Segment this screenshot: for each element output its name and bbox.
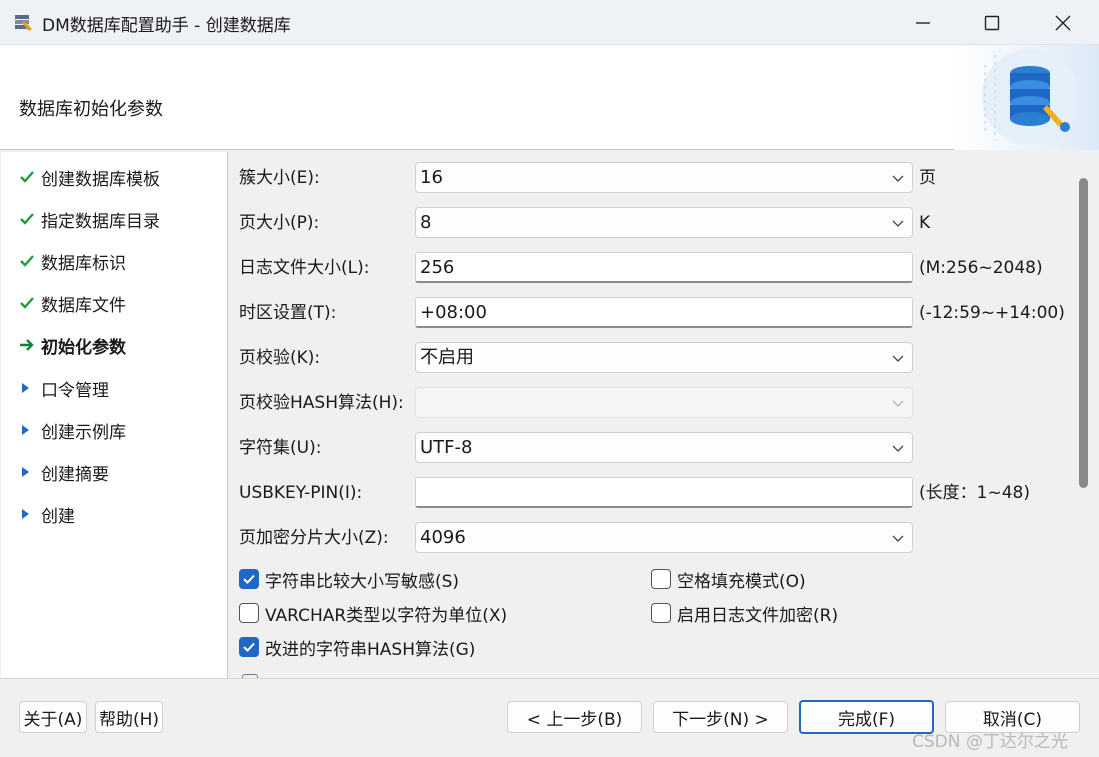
page-check-hash-label: 页校验HASH算法(H): (239, 393, 404, 413)
window-title: DM数据库配置助手 - 创建数据库 (42, 16, 291, 36)
nav-item-files[interactable]: 数据库文件 (19, 290, 126, 316)
maximize-button[interactable] (957, 0, 1027, 45)
prev-button[interactable]: < 上一步(B) (507, 701, 642, 733)
triangle-right-icon (19, 507, 41, 521)
nav-item-label: 创建数据库模板 (41, 169, 160, 190)
extent-size-value: 16 (420, 167, 443, 188)
usbkey-pin-length: (长度：1~48) (919, 483, 1030, 503)
extent-size-unit: 页 (919, 168, 936, 188)
encrypt-slice-select[interactable]: 4096 (415, 522, 913, 553)
timezone-input[interactable]: +08:00 (415, 297, 913, 328)
triangle-right-icon (19, 381, 41, 395)
log-size-value: 256 (420, 257, 455, 278)
scrollbar-thumb[interactable] (1079, 178, 1088, 488)
charset-value: UTF-8 (420, 437, 473, 458)
chevron-down-icon (892, 400, 904, 407)
log-encrypt-label: 启用日志文件加密(R) (677, 605, 839, 626)
case-sensitive-checkbox[interactable]: 字符串比较大小写敏感(S) (239, 567, 460, 592)
log-encrypt-checkbox[interactable]: 启用日志文件加密(R) (651, 601, 839, 626)
extent-size-select[interactable]: 16 (415, 162, 913, 193)
nav-item-label: 创建 (41, 506, 75, 527)
charset-label: 字符集(U): (239, 438, 322, 458)
page-size-select[interactable]: 8 (415, 207, 913, 238)
page-size-label: 页大小(P): (239, 213, 320, 233)
nav-item-label: 创建摘要 (41, 464, 109, 485)
minimize-button[interactable] (888, 0, 958, 45)
step-navigation: 创建数据库模板 指定数据库目录 数据库标识 数据库文件 初始化参数 口令管理 创… (1, 152, 228, 678)
log-size-label: 日志文件大小(L): (239, 258, 370, 278)
log-size-input[interactable]: 256 (415, 252, 913, 283)
checkbox-checked-icon (239, 637, 259, 657)
arrow-right-icon (19, 337, 41, 353)
extent-size-label: 簇大小(E): (239, 168, 320, 188)
timezone-label: 时区设置(T): (239, 303, 337, 323)
log-size-range: (M:256~2048) (919, 258, 1043, 278)
nav-item-label: 口令管理 (41, 380, 109, 401)
title-bar: DM数据库配置助手 - 创建数据库 (0, 0, 1099, 45)
page-check-select[interactable]: 不启用 (415, 342, 913, 373)
chevron-down-icon (892, 445, 904, 452)
nav-item-label: 指定数据库目录 (41, 211, 160, 232)
maximize-icon (984, 15, 1000, 30)
step-header: 数据库初始化参数 (0, 45, 1099, 150)
nav-item-label: 初始化参数 (41, 337, 126, 358)
varchar-char-label: VARCHAR类型以字符为单位(X) (265, 605, 508, 626)
nav-item-label: 创建示例库 (41, 422, 126, 443)
charset-select[interactable]: UTF-8 (415, 432, 913, 463)
nav-item-label: 数据库文件 (41, 295, 126, 316)
chevron-down-icon (892, 175, 904, 182)
check-icon (19, 253, 41, 269)
nav-item-passwords[interactable]: 口令管理 (19, 375, 109, 401)
close-button[interactable] (1028, 0, 1098, 45)
help-button[interactable]: 帮助(H) (95, 701, 163, 733)
improved-hash-label: 改进的字符串HASH算法(G) (265, 639, 476, 660)
page-check-value: 不启用 (420, 347, 474, 368)
vertical-scrollbar[interactable] (1071, 152, 1093, 678)
checkbox-unchecked-icon (239, 603, 259, 623)
chevron-down-icon (892, 220, 904, 227)
page-check-hash-select[interactable] (415, 387, 913, 418)
chevron-down-icon (892, 535, 904, 542)
nav-item-directory[interactable]: 指定数据库目录 (19, 206, 160, 232)
page-title: 数据库初始化参数 (19, 99, 163, 120)
case-sensitive-label: 字符串比较大小写敏感(S) (265, 571, 460, 592)
nav-item-identity[interactable]: 数据库标识 (19, 248, 126, 274)
nav-item-label: 数据库标识 (41, 253, 126, 274)
nav-item-create[interactable]: 创建 (19, 501, 75, 527)
check-icon (19, 295, 41, 311)
page-size-unit: K (919, 213, 931, 233)
usbkey-pin-input[interactable] (415, 477, 913, 508)
database-banner-icon (955, 45, 1099, 150)
minimize-icon (916, 21, 930, 24)
checkbox-unchecked-icon (651, 569, 671, 589)
improved-hash-checkbox[interactable]: 改进的字符串HASH算法(G) (239, 635, 476, 660)
timezone-range: (-12:59~+14:00) (919, 303, 1065, 323)
encrypt-slice-label: 页加密分片大小(Z): (239, 528, 389, 548)
encrypt-slice-value: 4096 (420, 527, 466, 548)
checkbox-unchecked-icon (651, 603, 671, 623)
page-check-label: 页校验(K): (239, 348, 321, 368)
check-icon (19, 169, 41, 185)
next-button[interactable]: 下一步(N) > (653, 701, 788, 733)
about-button[interactable]: 关于(A) (19, 701, 87, 733)
page-size-value: 8 (420, 212, 432, 233)
watermark-text: CSDN @丁达尔之光 (912, 732, 1068, 752)
nav-item-init-params[interactable]: 初始化参数 (19, 332, 126, 358)
usbkey-pin-label: USBKEY-PIN(I): (239, 483, 363, 503)
checkbox-checked-icon (239, 569, 259, 589)
blank-pad-label: 空格填充模式(O) (677, 571, 806, 592)
timezone-value: +08:00 (420, 302, 487, 323)
blank-pad-checkbox[interactable]: 空格填充模式(O) (651, 567, 806, 592)
varchar-char-checkbox[interactable]: VARCHAR类型以字符为单位(X) (239, 601, 508, 626)
nav-item-sample-db[interactable]: 创建示例库 (19, 417, 126, 443)
chevron-down-icon (892, 355, 904, 362)
triangle-right-icon (19, 465, 41, 479)
check-icon (19, 211, 41, 227)
triangle-right-icon (19, 423, 41, 437)
app-icon (15, 15, 32, 31)
close-icon (1055, 15, 1071, 30)
nav-item-summary[interactable]: 创建摘要 (19, 459, 109, 485)
nav-item-template[interactable]: 创建数据库模板 (19, 164, 160, 190)
